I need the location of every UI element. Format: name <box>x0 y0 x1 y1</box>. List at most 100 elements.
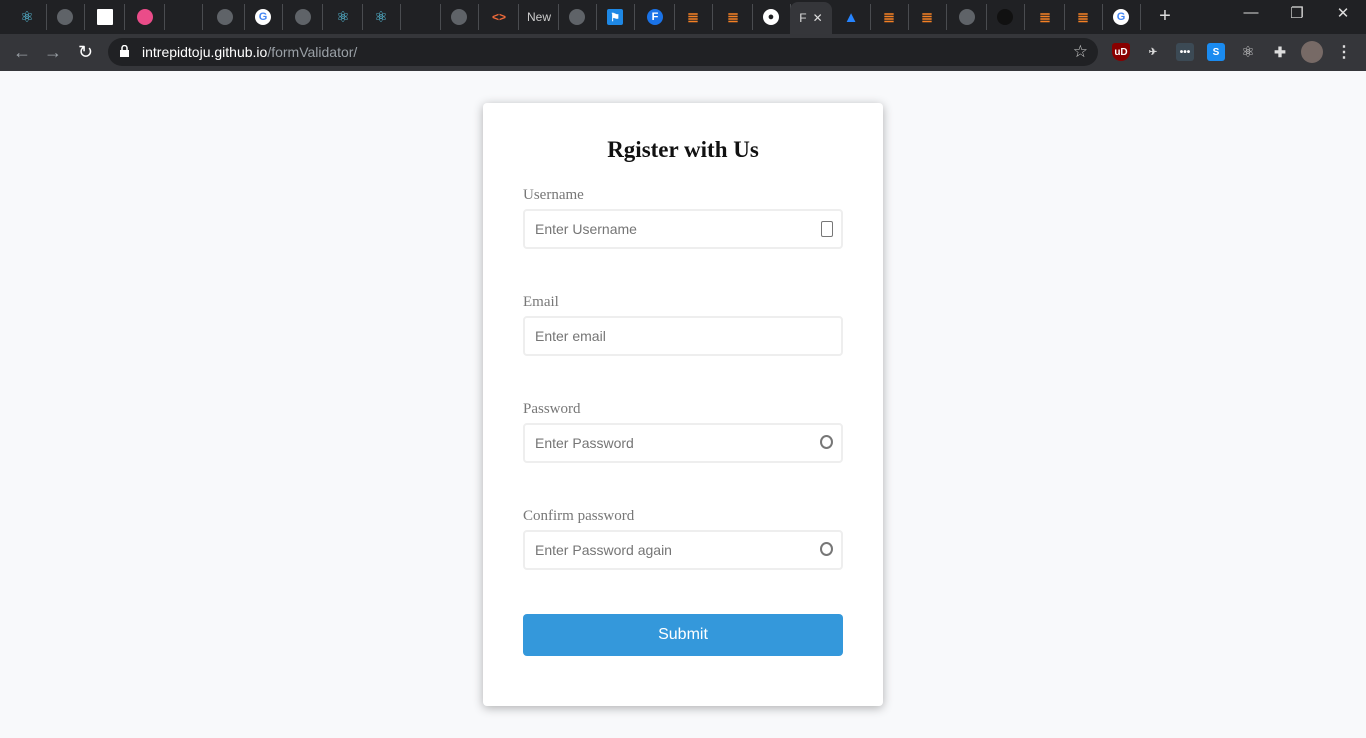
react-icon: ⚛ <box>336 9 350 26</box>
form-group-email: Email Enter email <box>523 294 843 356</box>
tab[interactable]: ≣ <box>870 4 909 30</box>
url-host: intrepidtoju.github.io <box>142 44 268 60</box>
tab[interactable]: <> <box>480 4 519 30</box>
username-field: Enter Username <box>523 209 843 249</box>
tab-active[interactable]: F ✕ <box>790 2 832 34</box>
confirm-password-field: Enter Password again <box>523 530 843 570</box>
tab[interactable] <box>164 4 203 30</box>
bookmark-star-icon[interactable]: ☆ <box>1073 42 1088 62</box>
back-button[interactable]: ← <box>13 42 31 63</box>
tab[interactable]: ⚑ <box>596 4 635 30</box>
google-icon: G <box>255 9 271 25</box>
lock-icon <box>120 45 129 57</box>
tab[interactable]: ⚛ <box>324 4 363 30</box>
new-tab-button[interactable]: + <box>1155 5 1175 28</box>
minimize-button[interactable]: — <box>1236 4 1266 21</box>
tab[interactable]: ⚛ <box>8 4 47 30</box>
contact-card-icon <box>821 221 833 237</box>
forward-button[interactable]: → <box>44 42 62 63</box>
password-input[interactable] <box>525 425 841 461</box>
google-icon: G <box>1113 9 1129 25</box>
react-devtools-icon[interactable]: ⚛ <box>1239 43 1257 61</box>
key-icon <box>820 435 833 449</box>
stackoverflow-icon: ≣ <box>687 8 699 25</box>
tab[interactable]: ≣ <box>674 4 713 30</box>
close-window-button[interactable]: ✕ <box>1328 4 1358 22</box>
email-field: Enter email <box>523 316 843 356</box>
tab[interactable] <box>402 4 441 30</box>
tab[interactable]: ⚛ <box>362 4 401 30</box>
email-input[interactable] <box>525 318 841 354</box>
new-tab-text: New <box>526 10 551 24</box>
email-label: Email <box>523 294 559 310</box>
globe-icon <box>217 9 233 25</box>
extensions-puzzle-icon[interactable]: ✚ <box>1271 43 1289 61</box>
tab[interactable] <box>986 4 1025 30</box>
tab[interactable] <box>46 4 85 30</box>
flag-icon: ⚑ <box>607 9 623 25</box>
tab[interactable]: ▲ <box>832 4 871 30</box>
key-icon <box>820 542 833 556</box>
stackoverflow-icon: ≣ <box>727 8 739 25</box>
close-tab-icon[interactable]: ✕ <box>813 11 823 25</box>
tab[interactable]: G <box>1102 4 1141 30</box>
extension-icon[interactable]: ✈ <box>1144 43 1162 61</box>
tab[interactable]: ≣ <box>714 4 753 30</box>
form-group-username: Username Enter Username <box>523 187 843 249</box>
github-icon <box>997 9 1013 25</box>
code-icon: <> <box>491 10 506 24</box>
tab[interactable]: F <box>636 4 675 30</box>
github-icon: ● <box>763 9 779 25</box>
password-manager-icon[interactable]: ••• <box>1176 43 1194 61</box>
url-path: /formValidator/ <box>267 44 358 60</box>
globe-icon <box>57 9 73 25</box>
stackoverflow-icon: ≣ <box>883 8 895 25</box>
dribbble-icon <box>137 9 153 25</box>
stackoverflow-icon: ≣ <box>1039 8 1051 25</box>
tab-title: F <box>799 11 807 25</box>
tab[interactable] <box>948 4 987 30</box>
confirm-password-label: Confirm password <box>523 508 635 524</box>
tab[interactable] <box>126 4 165 30</box>
tab[interactable]: G <box>244 4 283 30</box>
restore-button[interactable]: ❐ <box>1282 4 1312 22</box>
reload-button[interactable]: ↻ <box>78 42 93 63</box>
form-group-confirm-password: Confirm password Enter Password again <box>523 508 843 570</box>
submit-button[interactable]: Submit <box>523 614 843 656</box>
menu-kebab-icon[interactable]: ⋮ <box>1335 43 1353 61</box>
tab[interactable] <box>206 4 245 30</box>
username-input[interactable] <box>525 211 841 247</box>
username-label: Username <box>523 187 584 203</box>
tab[interactable]: ≣ <box>908 4 947 30</box>
tab[interactable]: ≣ <box>1026 4 1065 30</box>
register-form-card: Rgister with Us Username Enter Username … <box>483 103 883 706</box>
stackoverflow-icon: ≣ <box>1077 8 1089 25</box>
tab[interactable] <box>558 4 597 30</box>
tab[interactable] <box>86 4 125 30</box>
react-icon: ⚛ <box>374 9 388 26</box>
globe-icon <box>295 9 311 25</box>
atlassian-icon: ▲ <box>843 8 859 26</box>
profile-avatar[interactable] <box>1301 41 1323 63</box>
tab-strip: ⚛ G ⚛ ⚛ <> New ⚑ F ≣ ≣ ● F ✕ ▲ ≣ ≣ ≣ ≣ G + — ❐ ✕ <box>0 0 1366 34</box>
form-group-password: Password Enter Password <box>523 401 843 463</box>
confirm-password-input[interactable] <box>525 532 841 568</box>
url-text: intrepidtoju.github.io/formValidator/ <box>142 44 357 60</box>
tab[interactable] <box>440 4 479 30</box>
tab[interactable] <box>284 4 323 30</box>
address-bar[interactable]: intrepidtoju.github.io/formValidator/ ☆ <box>108 38 1098 66</box>
blank-page-icon <box>97 9 113 25</box>
tab[interactable]: ≣ <box>1064 4 1103 30</box>
globe-icon <box>451 9 467 25</box>
password-label: Password <box>523 401 581 417</box>
browser-toolbar: ← → ↻ intrepidtoju.github.io/formValidat… <box>0 34 1366 71</box>
stackoverflow-icon: ≣ <box>921 8 933 25</box>
tab[interactable]: ● <box>752 4 791 30</box>
tab[interactable]: New <box>520 4 559 30</box>
react-icon: ⚛ <box>20 9 34 26</box>
ublock-icon[interactable]: uD <box>1112 43 1130 61</box>
f-letter-icon: F <box>647 9 663 25</box>
password-field: Enter Password <box>523 423 843 463</box>
form-title: Rgister with Us <box>607 137 759 162</box>
s-extension-icon[interactable]: S <box>1207 43 1225 61</box>
